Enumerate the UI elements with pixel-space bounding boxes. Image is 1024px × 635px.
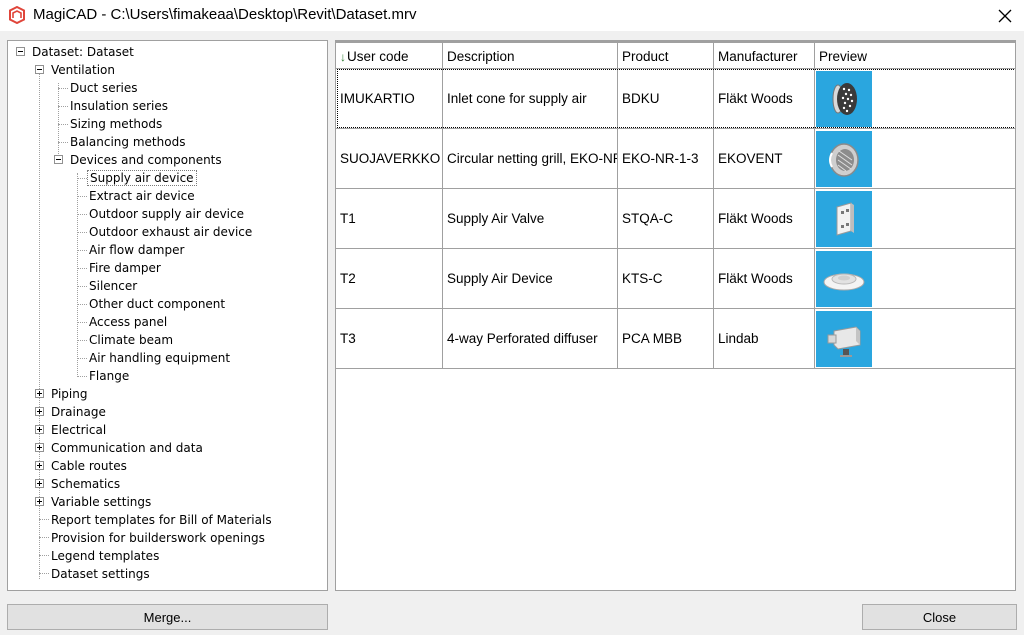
- cell-product[interactable]: PCA MBB: [618, 309, 714, 369]
- tree-item-dataset-settings[interactable]: Dataset settings: [49, 565, 152, 583]
- cell-manufacturer[interactable]: Fläkt Woods: [714, 249, 815, 309]
- tree-item-provision-builderswork-openings[interactable]: Provision for builderswork openings: [49, 529, 267, 547]
- expand-toggle-icon[interactable]: [35, 425, 44, 434]
- cell-manufacturer[interactable]: Fläkt Woods: [714, 69, 815, 129]
- close-icon: [998, 9, 1012, 22]
- cell-preview[interactable]: [815, 129, 1015, 189]
- tree-item-outdoor-supply-air-device[interactable]: Outdoor supply air device: [87, 205, 246, 223]
- cell-manufacturer[interactable]: Fläkt Woods: [714, 189, 815, 249]
- tree-item-insulation-series[interactable]: Insulation series: [68, 97, 170, 115]
- perforated-diffuser-image: [816, 311, 872, 367]
- cell-description[interactable]: Inlet cone for supply air: [443, 69, 618, 129]
- expand-toggle-icon[interactable]: [35, 497, 44, 506]
- cell-manufacturer[interactable]: EKOVENT: [714, 129, 815, 189]
- tree-item-silencer[interactable]: Silencer: [87, 277, 139, 295]
- cell-description[interactable]: 4-way Perforated diffuser: [443, 309, 618, 369]
- tree-item-duct-series[interactable]: Duct series: [68, 79, 140, 97]
- tree-item-piping[interactable]: Piping: [49, 385, 89, 403]
- tree-item-communication-and-data[interactable]: Communication and data: [49, 439, 205, 457]
- collapse-toggle-icon[interactable]: [54, 155, 63, 164]
- sort-down-arrow-icon: ↓: [340, 50, 346, 64]
- cell-preview[interactable]: [815, 309, 1015, 369]
- tree-item-other-duct-component[interactable]: Other duct component: [87, 295, 227, 313]
- cell-preview[interactable]: [815, 189, 1015, 249]
- tree-item-fire-damper[interactable]: Fire damper: [87, 259, 163, 277]
- collapse-toggle-icon[interactable]: [35, 65, 44, 74]
- cell-manufacturer[interactable]: Lindab: [714, 309, 815, 369]
- tree-item-flange[interactable]: Flange: [87, 367, 131, 385]
- tree-item-climate-beam[interactable]: Climate beam: [87, 331, 175, 349]
- cell-product[interactable]: STQA-C: [618, 189, 714, 249]
- column-header-product[interactable]: Product: [618, 41, 714, 69]
- cell-preview[interactable]: [815, 69, 1015, 129]
- window-title: MagiCAD - C:\Users\fimakeaa\Desktop\Revi…: [33, 6, 417, 23]
- magicad-logo-icon: [8, 5, 26, 25]
- air-valve-image: [816, 191, 872, 247]
- cell-preview[interactable]: [815, 249, 1015, 309]
- window-close-button[interactable]: [986, 0, 1024, 31]
- cell-user-code[interactable]: T3: [336, 309, 443, 369]
- tree-item-electrical[interactable]: Electrical: [49, 421, 108, 439]
- cell-user-code[interactable]: IMUKARTIO: [336, 69, 443, 129]
- tree-item-sizing-methods[interactable]: Sizing methods: [68, 115, 164, 133]
- tree-item-schematics[interactable]: Schematics: [49, 475, 122, 493]
- collapse-toggle-icon[interactable]: [16, 47, 25, 56]
- cell-product[interactable]: BDKU: [618, 69, 714, 129]
- cell-description[interactable]: Supply Air Valve: [443, 189, 618, 249]
- cell-user-code[interactable]: T1: [336, 189, 443, 249]
- merge-button[interactable]: Merge...: [7, 604, 328, 630]
- inlet-cone-image: [816, 71, 872, 127]
- column-header-description[interactable]: Description: [443, 41, 618, 69]
- tree-item-access-panel[interactable]: Access panel: [87, 313, 169, 331]
- title-bar: MagiCAD - C:\Users\fimakeaa\Desktop\Revi…: [0, 0, 1024, 31]
- tree-item-outdoor-exhaust-air-device[interactable]: Outdoor exhaust air device: [87, 223, 254, 241]
- tree-item-devices-and-components[interactable]: Devices and components: [68, 151, 224, 169]
- netting-grill-image: [816, 131, 872, 187]
- cell-user-code[interactable]: T2: [336, 249, 443, 309]
- cell-description[interactable]: Supply Air Device: [443, 249, 618, 309]
- tree-item-drainage[interactable]: Drainage: [49, 403, 108, 421]
- dataset-tree[interactable]: Dataset: Dataset Ventilation Duct series…: [7, 40, 328, 591]
- tree-item-air-flow-damper[interactable]: Air flow damper: [87, 241, 186, 259]
- device-grid[interactable]: ↓User code Description Product Manufactu…: [335, 40, 1016, 591]
- column-header-manufacturer[interactable]: Manufacturer: [714, 41, 815, 69]
- tree-item-ventilation[interactable]: Ventilation: [49, 61, 117, 79]
- tree-item-variable-settings[interactable]: Variable settings: [49, 493, 153, 511]
- expand-toggle-icon[interactable]: [35, 389, 44, 398]
- expand-toggle-icon[interactable]: [35, 479, 44, 488]
- tree-root[interactable]: Dataset: Dataset: [30, 43, 136, 61]
- tree-item-supply-air-device[interactable]: Supply air device: [87, 169, 197, 187]
- column-header-preview[interactable]: Preview: [815, 41, 1015, 69]
- tree-item-air-handling-equipment[interactable]: Air handling equipment: [87, 349, 232, 367]
- ceiling-device-image: [816, 251, 872, 307]
- close-button[interactable]: Close: [862, 604, 1017, 630]
- cell-description[interactable]: Circular netting grill, EKO-NR: [443, 129, 618, 189]
- cell-product[interactable]: EKO-NR-1-3: [618, 129, 714, 189]
- cell-product[interactable]: KTS-C: [618, 249, 714, 309]
- tree-item-legend-templates[interactable]: Legend templates: [49, 547, 161, 565]
- cell-user-code[interactable]: SUOJAVERKKO: [336, 129, 443, 189]
- tree-item-extract-air-device[interactable]: Extract air device: [87, 187, 197, 205]
- tree-item-cable-routes[interactable]: Cable routes: [49, 457, 129, 475]
- expand-toggle-icon[interactable]: [35, 461, 44, 470]
- expand-toggle-icon[interactable]: [35, 407, 44, 416]
- tree-item-report-templates[interactable]: Report templates for Bill of Materials: [49, 511, 274, 529]
- tree-item-balancing-methods[interactable]: Balancing methods: [68, 133, 187, 151]
- column-header-user-code[interactable]: ↓User code: [336, 41, 443, 69]
- expand-toggle-icon[interactable]: [35, 443, 44, 452]
